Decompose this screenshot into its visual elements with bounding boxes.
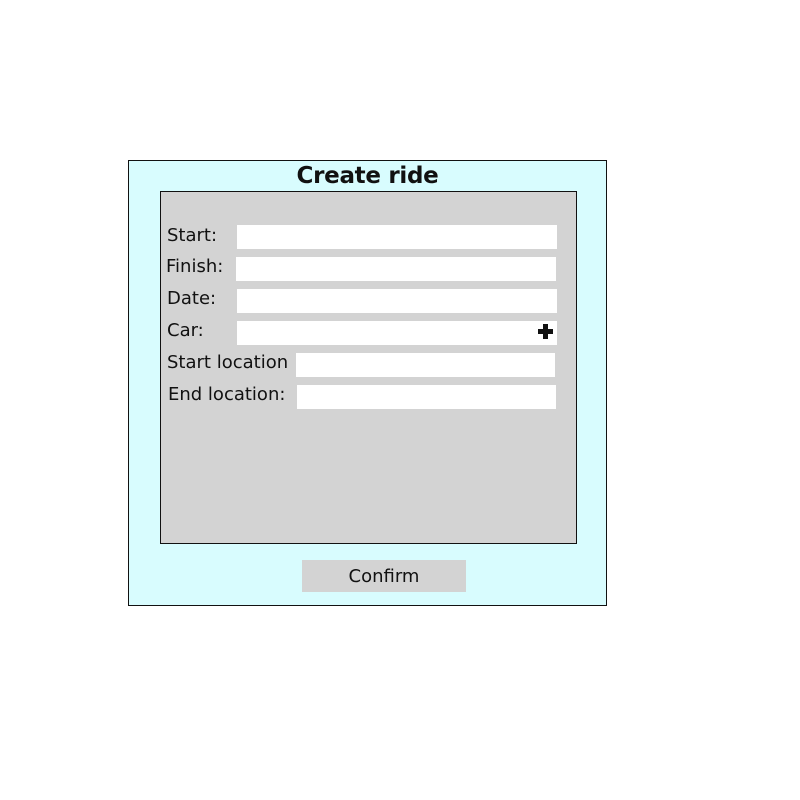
start-input[interactable] <box>237 225 557 249</box>
finish-input[interactable] <box>236 257 556 281</box>
start-label: Start: <box>167 225 218 246</box>
start-location-label: Start location <box>167 352 289 373</box>
plus-icon[interactable] <box>538 324 553 339</box>
car-label: Car: <box>167 320 204 341</box>
finish-label: Finish: <box>166 256 224 277</box>
ride-form-panel: Start: Finish: Date: Car: Start location… <box>160 191 577 544</box>
car-select[interactable] <box>237 321 557 345</box>
date-label: Date: <box>167 288 217 309</box>
end-location-label: End location: <box>168 384 286 405</box>
dialog-title: Create ride <box>296 163 439 189</box>
date-input[interactable] <box>237 289 557 313</box>
create-ride-dialog: Create ride Start: Finish: Date: Car: St… <box>128 160 607 606</box>
confirm-button[interactable]: Confirm <box>302 560 466 592</box>
start-location-input[interactable] <box>296 353 555 377</box>
end-location-input[interactable] <box>297 385 556 409</box>
